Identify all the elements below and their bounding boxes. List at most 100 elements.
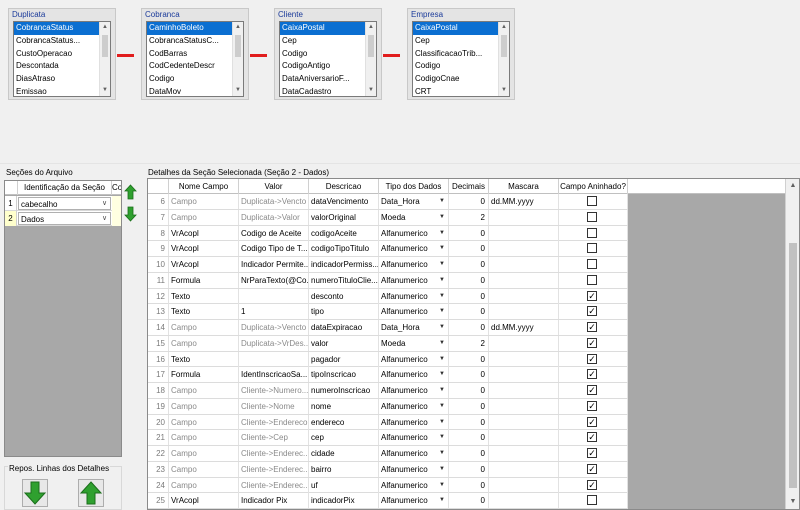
cell-campo-aninhado[interactable]: ✓ xyxy=(559,383,628,398)
cell-valor[interactable]: Codigo Tipo de T... xyxy=(239,241,309,257)
cell-mascara[interactable] xyxy=(489,446,559,461)
repos-move-up-button[interactable] xyxy=(78,479,104,507)
cell-nome[interactable]: Campo xyxy=(169,446,239,461)
section-move-up-button[interactable] xyxy=(124,184,137,200)
entity-field-item[interactable]: CodigoAntigo xyxy=(280,60,366,73)
cell-tipo-dados[interactable]: Alfanumerico ▼ xyxy=(379,367,449,383)
dropdown-arrow-icon[interactable]: ▼ xyxy=(439,273,445,288)
checkbox-icon[interactable]: ✓ xyxy=(587,337,597,348)
dropdown-arrow-icon[interactable]: ▼ xyxy=(439,336,445,351)
dropdown-arrow-icon[interactable]: ▼ xyxy=(439,415,445,430)
cell-mascara[interactable] xyxy=(489,367,559,383)
table-row[interactable]: 13 Texto 1 tipo Alfanumerico ▼ 0 ✓ xyxy=(148,304,628,320)
cell-tipo-dados[interactable]: Alfanumerico ▼ xyxy=(379,383,449,398)
cell-descricao[interactable]: valorOriginal xyxy=(309,209,379,225)
cell-valor[interactable]: Indicador Pix xyxy=(239,493,309,509)
cell-tipo-dados[interactable]: Alfanumerico ▼ xyxy=(379,288,449,304)
cell-mascara[interactable] xyxy=(489,493,559,509)
entity-field-item[interactable]: Codigo xyxy=(280,48,366,61)
table-row[interactable]: 19 Campo Cliente->Nome nome Alfanumerico ▼ 0 ✓ xyxy=(148,398,628,415)
entity-field-list[interactable]: CaixaPostal Cep ClassificacaoTrib... Codigo… xyxy=(412,21,510,97)
cell-decimais[interactable]: 0 xyxy=(449,493,489,509)
cell-nome[interactable]: Campo xyxy=(169,430,239,446)
cell-tipo-dados[interactable]: Alfanumerico ▼ xyxy=(379,398,449,414)
table-row[interactable]: 15 Campo Duplicata->VrDes... valor Moeda ▼ 2 ✓ xyxy=(148,335,628,352)
cell-mascara[interactable] xyxy=(489,304,559,320)
cell-campo-aninhado[interactable]: ✓ xyxy=(559,461,628,477)
cell-descricao[interactable]: dataVencimento xyxy=(309,194,379,209)
cell-decimais[interactable]: 0 xyxy=(449,272,489,288)
scroll-up-icon[interactable]: ▲ xyxy=(100,22,110,33)
cell-tipo-dados[interactable]: Alfanumerico ▼ xyxy=(379,446,449,461)
cell-descricao[interactable]: cidade xyxy=(309,446,379,461)
chevron-down-icon[interactable]: ∨ xyxy=(99,198,110,209)
scroll-thumb[interactable] xyxy=(235,35,241,57)
cell-valor[interactable]: Cliente->Numero... xyxy=(239,383,309,398)
entity-field-item[interactable]: CobrancaStatus xyxy=(14,22,100,35)
cell-decimais[interactable]: 0 xyxy=(449,461,489,477)
table-row[interactable]: 10 VrAcopl Indicador Permite... indicadorPe… xyxy=(148,257,628,273)
entity-scrollbar[interactable]: ▲ ▼ xyxy=(498,22,509,96)
entity-field-item[interactable]: DiasAtraso xyxy=(14,73,100,86)
column-header-decimais[interactable]: Decimais xyxy=(449,179,489,194)
entity-scrollbar[interactable]: ▲ ▼ xyxy=(99,22,110,96)
scroll-up-icon[interactable]: ▲ xyxy=(786,179,799,193)
cell-campo-aninhado[interactable]: ✓ xyxy=(559,446,628,461)
entity-field-list[interactable]: CaminhoBoleto CobrancaStatusC... CodBarras… xyxy=(146,21,244,97)
scroll-thumb[interactable] xyxy=(501,35,507,57)
cell-mascara[interactable] xyxy=(489,272,559,288)
column-header-nome[interactable]: Nome Campo xyxy=(169,179,239,194)
section-move-down-button[interactable] xyxy=(124,206,137,222)
cell-nome[interactable]: Campo xyxy=(169,461,239,477)
sections-grid[interactable]: Identificação da Seção Co 1 cabecalho ∨ 2 Da… xyxy=(4,180,122,457)
cell-descricao[interactable]: indicadorPix xyxy=(309,493,379,509)
checkbox-icon[interactable] xyxy=(587,274,597,285)
table-row[interactable]: 8 VrAcopl Codigo de Aceite codigoAceite Alfa… xyxy=(148,225,628,242)
checkbox-icon[interactable]: ✓ xyxy=(587,385,597,395)
dropdown-arrow-icon[interactable]: ▼ xyxy=(439,194,445,209)
cell-decimais[interactable]: 0 xyxy=(449,194,489,209)
table-row[interactable]: 6 Campo Duplicata->Vencto dataVencimento Dat… xyxy=(148,194,628,210)
cell-campo-aninhado[interactable] xyxy=(559,241,628,257)
table-row[interactable]: 24 Campo Cliente->Enderec... uf Alfanumerico… xyxy=(148,477,628,494)
cell-valor[interactable] xyxy=(239,288,309,304)
checkbox-icon[interactable]: ✓ xyxy=(587,353,597,364)
checkbox-icon[interactable]: ✓ xyxy=(587,290,597,301)
checkbox-icon[interactable]: ✓ xyxy=(587,448,597,458)
cell-valor[interactable]: Cliente->Enderec... xyxy=(239,446,309,461)
entity-field-item[interactable]: CobrancaStatusC... xyxy=(147,35,233,48)
checkbox-icon[interactable] xyxy=(587,227,597,238)
checkbox-icon[interactable]: ✓ xyxy=(587,400,597,411)
table-row[interactable]: 20 Campo Cliente->Endereco endereco Alfanume… xyxy=(148,414,628,431)
sections-header-co[interactable]: Co xyxy=(112,181,121,195)
cell-descricao[interactable]: pagador xyxy=(309,351,379,367)
column-header-aninhado[interactable]: Campo Aninhado? xyxy=(559,179,628,194)
cell-decimais[interactable]: 0 xyxy=(449,398,489,414)
cell-tipo-dados[interactable]: Alfanumerico ▼ xyxy=(379,257,449,272)
entity-scrollbar[interactable]: ▲ ▼ xyxy=(232,22,243,96)
entity-field-item[interactable]: CaixaPostal xyxy=(413,22,499,35)
dropdown-arrow-icon[interactable]: ▼ xyxy=(439,430,445,445)
column-header-descricao[interactable]: Descricao xyxy=(309,179,379,194)
scroll-up-icon[interactable]: ▲ xyxy=(499,22,509,33)
cell-decimais[interactable]: 0 xyxy=(449,304,489,320)
cell-valor[interactable]: Codigo de Aceite xyxy=(239,225,309,241)
cell-decimais[interactable]: 2 xyxy=(449,209,489,225)
dropdown-arrow-icon[interactable]: ▼ xyxy=(439,367,445,382)
table-row[interactable]: 11 Formula NrParaTexto(@Co... numeroTituloC… xyxy=(148,272,628,289)
cell-campo-aninhado[interactable]: ✓ xyxy=(559,320,628,335)
cell-mascara[interactable] xyxy=(489,398,559,414)
cell-mascara[interactable] xyxy=(489,383,559,398)
cell-tipo-dados[interactable]: Alfanumerico ▼ xyxy=(379,241,449,257)
cell-campo-aninhado[interactable]: ✓ xyxy=(559,414,628,430)
entity-field-item[interactable]: CodigoCnae xyxy=(413,73,499,86)
cell-mascara[interactable] xyxy=(489,477,559,493)
cell-valor[interactable]: NrParaTexto(@Co... xyxy=(239,272,309,288)
section-extra-cell[interactable] xyxy=(112,211,121,226)
cell-mascara[interactable]: dd.MM.yyyy xyxy=(489,194,559,209)
dropdown-arrow-icon[interactable]: ▼ xyxy=(439,226,445,241)
cell-tipo-dados[interactable]: Alfanumerico ▼ xyxy=(379,304,449,320)
cell-mascara[interactable] xyxy=(489,225,559,241)
entity-field-item[interactable]: ClassificacaoTrib... xyxy=(413,48,499,61)
entity-field-list[interactable]: CaixaPostal Cep Codigo CodigoAntigo DataAniv… xyxy=(279,21,377,97)
